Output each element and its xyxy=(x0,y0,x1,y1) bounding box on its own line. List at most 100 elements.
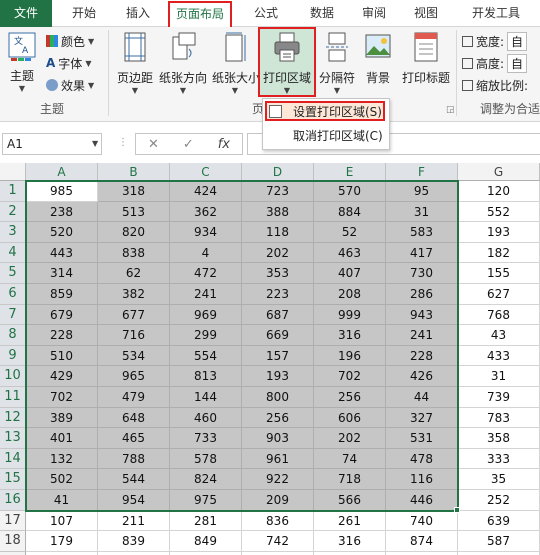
cell-a5[interactable]: 314 xyxy=(26,263,98,284)
cell-f11[interactable]: 44 xyxy=(386,387,458,408)
column-header-f[interactable]: F xyxy=(386,163,458,181)
cell-d11[interactable]: 800 xyxy=(242,387,314,408)
row-header-1[interactable]: 1 xyxy=(0,181,26,202)
cell-d10[interactable]: 193 xyxy=(242,366,314,387)
cell-a8[interactable]: 228 xyxy=(26,325,98,346)
cell-f14[interactable]: 478 xyxy=(386,448,458,470)
cell-a6[interactable]: 859 xyxy=(26,284,98,305)
cell-e10[interactable]: 702 xyxy=(314,366,386,387)
cell-f15[interactable]: 116 xyxy=(386,469,458,490)
cell-g3[interactable]: 193 xyxy=(458,222,540,243)
row-header-5[interactable]: 5 xyxy=(0,263,26,284)
cell-c15[interactable]: 824 xyxy=(170,469,242,490)
cell-e7[interactable]: 999 xyxy=(314,304,386,326)
clear-print-area-item[interactable]: 取消打印区域(C) xyxy=(263,125,389,147)
cell-f7[interactable]: 943 xyxy=(386,304,458,326)
cell-d12[interactable]: 256 xyxy=(242,407,314,429)
column-header-a[interactable]: A xyxy=(26,163,98,181)
cell-e11[interactable]: 256 xyxy=(314,387,386,408)
row-header-3[interactable]: 3 xyxy=(0,222,26,243)
tab-home[interactable]: 开始 xyxy=(58,0,110,27)
cell-d5[interactable]: 353 xyxy=(242,263,314,284)
column-header-c[interactable]: C xyxy=(170,163,242,181)
cell-g1[interactable]: 120 xyxy=(458,181,540,202)
cell-d15[interactable]: 922 xyxy=(242,469,314,490)
cell-c14[interactable]: 578 xyxy=(170,448,242,470)
cell-b1[interactable]: 318 xyxy=(98,181,170,202)
cell-f4[interactable]: 417 xyxy=(386,242,458,264)
cell-e13[interactable]: 202 xyxy=(314,428,386,449)
orientation-button[interactable]: 纸张方向 ▼ xyxy=(158,31,208,95)
cell-d13[interactable]: 903 xyxy=(242,428,314,449)
cell-e4[interactable]: 463 xyxy=(314,242,386,264)
column-header-b[interactable]: B xyxy=(98,163,170,181)
cell-b10[interactable]: 965 xyxy=(98,366,170,387)
cell-b2[interactable]: 513 xyxy=(98,201,170,223)
cell-c8[interactable]: 299 xyxy=(170,325,242,346)
row-header-15[interactable]: 15 xyxy=(0,469,26,490)
cell-g17[interactable]: 639 xyxy=(458,510,540,532)
select-all-corner[interactable] xyxy=(0,163,26,181)
row-header-2[interactable]: 2 xyxy=(0,201,26,223)
breaks-button[interactable]: 分隔符 ▼ xyxy=(316,31,358,95)
fill-handle[interactable] xyxy=(454,506,460,513)
row-header-14[interactable]: 14 xyxy=(0,448,26,470)
row-header-9[interactable]: 9 xyxy=(0,345,26,367)
cell-f2[interactable]: 31 xyxy=(386,201,458,223)
cell-g8[interactable]: 43 xyxy=(458,325,540,346)
background-button[interactable]: 背景 xyxy=(360,31,396,86)
width-value[interactable]: 自 xyxy=(507,31,528,51)
row-header-6[interactable]: 6 xyxy=(0,284,26,305)
cell-a9[interactable]: 510 xyxy=(26,345,98,367)
cell-b6[interactable]: 382 xyxy=(98,284,170,305)
row-header-13[interactable]: 13 xyxy=(0,428,26,449)
row-header-17[interactable]: 17 xyxy=(0,510,26,532)
cancel-icon[interactable]: ✕ xyxy=(148,137,159,152)
cell-f12[interactable]: 327 xyxy=(386,407,458,429)
cell-b4[interactable]: 838 xyxy=(98,242,170,264)
cell-g7[interactable]: 768 xyxy=(458,304,540,326)
cell-c16[interactable]: 975 xyxy=(170,490,242,511)
cell-d16[interactable]: 209 xyxy=(242,490,314,511)
tab-data[interactable]: 数据 xyxy=(296,0,348,27)
cell-b7[interactable]: 677 xyxy=(98,304,170,326)
cell-c18[interactable]: 849 xyxy=(170,531,242,552)
cell-e14[interactable]: 74 xyxy=(314,448,386,470)
cell-e1[interactable]: 570 xyxy=(314,181,386,202)
cell-g12[interactable]: 783 xyxy=(458,407,540,429)
effects-button[interactable]: 效果 ▼ xyxy=(46,75,94,95)
cell-f9[interactable]: 228 xyxy=(386,345,458,367)
cell-d17[interactable]: 836 xyxy=(242,510,314,532)
tab-file[interactable]: 文件 xyxy=(0,0,52,27)
cell-e3[interactable]: 52 xyxy=(314,222,386,243)
cell-g18[interactable]: 587 xyxy=(458,531,540,552)
column-header-d[interactable]: D xyxy=(242,163,314,181)
cell-a1[interactable]: 985 xyxy=(26,181,98,202)
row-header-4[interactable]: 4 xyxy=(0,242,26,264)
cell-g15[interactable]: 35 xyxy=(458,469,540,490)
cell-f17[interactable]: 740 xyxy=(386,510,458,532)
name-box[interactable]: A1 xyxy=(2,133,102,155)
cell-a7[interactable]: 679 xyxy=(26,304,98,326)
tab-page-layout[interactable]: 页面布局 xyxy=(168,1,232,27)
cell-d6[interactable]: 223 xyxy=(242,284,314,305)
cell-e16[interactable]: 566 xyxy=(314,490,386,511)
fonts-button[interactable]: A 字体 ▼ xyxy=(46,53,91,73)
cell-g10[interactable]: 31 xyxy=(458,366,540,387)
cell-g4[interactable]: 182 xyxy=(458,242,540,264)
row-header-11[interactable]: 11 xyxy=(0,387,26,408)
dialog-launcher-icon[interactable]: ◲ xyxy=(446,105,455,115)
cell-f8[interactable]: 241 xyxy=(386,325,458,346)
print-area-button[interactable]: 打印区域 ▼ xyxy=(260,31,314,95)
cell-b15[interactable]: 544 xyxy=(98,469,170,490)
cell-f16[interactable]: 446 xyxy=(386,490,458,511)
cell-g13[interactable]: 358 xyxy=(458,428,540,449)
cell-d8[interactable]: 669 xyxy=(242,325,314,346)
cell-f1[interactable]: 95 xyxy=(386,181,458,202)
cell-f18[interactable]: 874 xyxy=(386,531,458,552)
cell-f5[interactable]: 730 xyxy=(386,263,458,284)
cell-a11[interactable]: 702 xyxy=(26,387,98,408)
cell-e17[interactable]: 261 xyxy=(314,510,386,532)
cell-d18[interactable]: 742 xyxy=(242,531,314,552)
row-header-12[interactable]: 12 xyxy=(0,407,26,429)
